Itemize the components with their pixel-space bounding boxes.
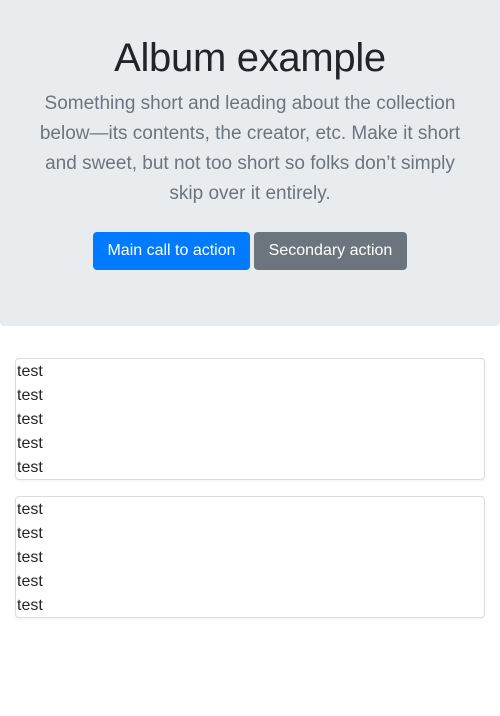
jumbotron: Album example Something short and leadin… xyxy=(0,0,500,326)
card-line: test xyxy=(17,525,43,542)
card-line: test xyxy=(17,363,43,380)
page-title: Album example xyxy=(114,36,386,80)
card-line: test xyxy=(17,597,43,614)
card-line: test xyxy=(17,501,43,518)
card-content: test test test test test xyxy=(16,497,484,618)
card-line: test xyxy=(17,435,43,452)
card-line: test xyxy=(17,573,43,590)
card-line: test xyxy=(17,411,43,428)
card-line: test xyxy=(17,459,43,476)
card-content: test test test test test xyxy=(16,359,484,480)
card: test test test test test xyxy=(15,358,485,480)
action-buttons: Main call to action Secondary action xyxy=(0,232,500,270)
card-line: test xyxy=(17,549,43,566)
main-call-to-action-button[interactable]: Main call to action xyxy=(93,232,250,270)
card-line: test xyxy=(17,387,43,404)
lead-text: Something short and leading about the co… xyxy=(39,93,461,204)
secondary-action-button[interactable]: Secondary action xyxy=(254,232,407,270)
card: test test test test test xyxy=(15,496,485,618)
